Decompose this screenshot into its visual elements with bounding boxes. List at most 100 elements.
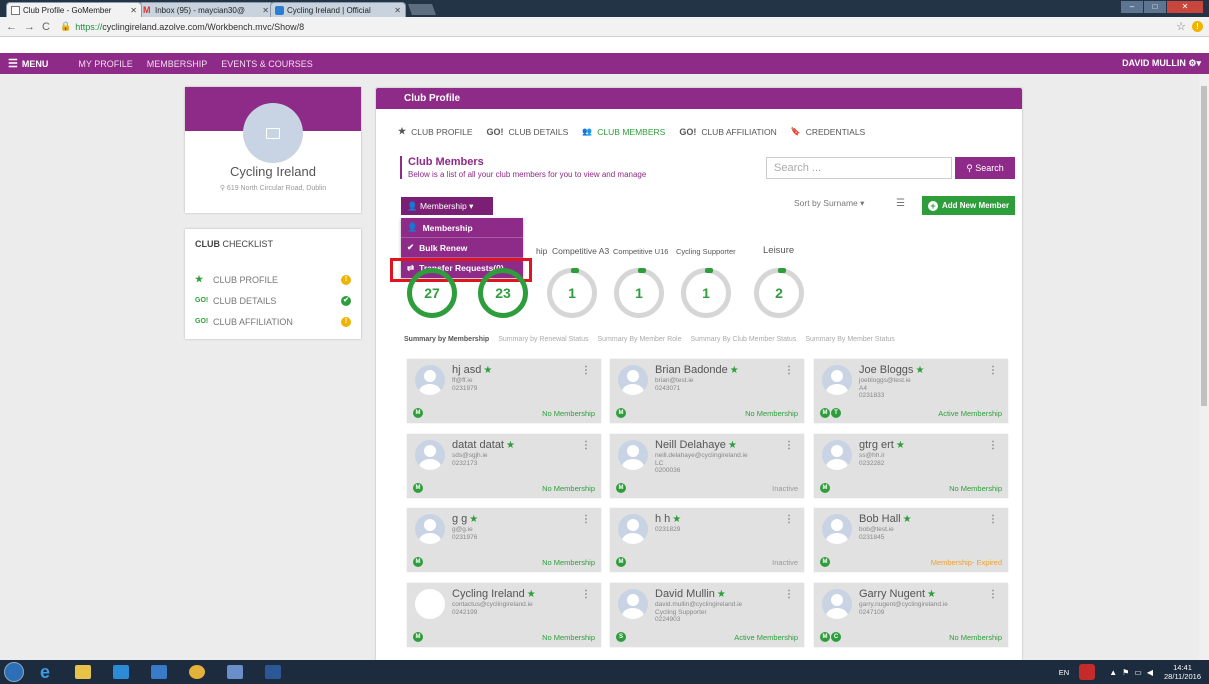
extension-warning-icon[interactable]: ! <box>1192 21 1203 32</box>
forward-icon[interactable]: → <box>24 21 38 33</box>
member-card[interactable]: Garry Nugent ★ garry.nugent@cyclingireland… <box>814 583 1008 647</box>
language-indicator[interactable]: EN <box>1059 668 1069 677</box>
member-card[interactable]: Cycling Ireland ★ contactus@cyclingireland… <box>407 583 601 647</box>
more-options-icon[interactable]: ⋮ <box>988 365 998 376</box>
member-name[interactable]: hj asd ★ <box>452 364 492 376</box>
membership-dropdown-button[interactable]: 👤 Membership ▾ <box>401 197 493 215</box>
start-button[interactable] <box>4 662 24 682</box>
chrome-icon[interactable] <box>180 661 214 683</box>
search-button[interactable]: ⚲ Search <box>955 157 1015 179</box>
file-explorer-icon[interactable] <box>66 661 100 683</box>
reload-icon[interactable]: C <box>42 21 56 33</box>
member-name[interactable]: Bob Hall ★ <box>859 513 912 525</box>
member-name[interactable]: Cycling Ireland ★ <box>452 588 536 600</box>
volume-icon[interactable]: ◀ <box>1147 668 1153 677</box>
more-options-icon[interactable]: ⋮ <box>784 365 794 376</box>
tray-app-icon[interactable] <box>1079 664 1096 680</box>
minimize-icon[interactable]: – <box>1121 1 1143 13</box>
summary-tab[interactable]: Summary By Member Role <box>597 336 681 343</box>
user-menu[interactable]: DAVID MULLIN ⚙▾ <box>1122 58 1201 69</box>
tab-club-affiliation[interactable]: GO! CLUB AFFILIATION <box>679 127 776 137</box>
checklist-item-club-affiliation[interactable]: GO! CLUB AFFILIATION ! <box>195 311 351 332</box>
summary-circle[interactable]: 1 <box>681 268 731 318</box>
tab-club-members[interactable]: 👥 CLUB MEMBERS <box>582 127 665 137</box>
more-options-icon[interactable]: ⋮ <box>581 514 591 525</box>
member-name[interactable]: Brian Badonde ★ <box>655 364 739 376</box>
bookmark-star-icon[interactable]: ☆ <box>1176 20 1186 33</box>
tab-club-profile[interactable]: ★ CLUB PROFILE <box>398 126 472 137</box>
url-field[interactable]: 🔒 https://cyclingireland.azolve.com/Work… <box>60 19 1176 34</box>
member-name[interactable]: David Mullin ★ <box>655 588 726 600</box>
member-card[interactable]: Neill Delahaye ★ neill.delahaye@cyclingire… <box>610 434 804 498</box>
member-name[interactable]: Garry Nugent ★ <box>859 588 936 600</box>
club-avatar[interactable] <box>243 103 303 163</box>
add-new-member-button[interactable]: + Add New Member <box>922 196 1015 215</box>
summary-tab[interactable]: Summary By Club Member Status <box>691 336 797 343</box>
checklist-item-club-profile[interactable]: ★ CLUB PROFILE ! <box>195 269 351 290</box>
page-scrollbar[interactable] <box>1199 74 1209 660</box>
summary-tab[interactable]: Summary by Membership <box>404 336 489 343</box>
member-card[interactable]: Joe Bloggs ★ joebloggs@test.ie A4 0231833 ⋮ M T… <box>814 359 1008 423</box>
member-card[interactable]: h h ★ 0231829 ⋮ M Inactive <box>610 508 804 572</box>
member-card[interactable]: datat datat ★ sds@sgjh.ie 0232173 ⋮ M No Membe… <box>407 434 601 498</box>
summary-circle[interactable]: 23 <box>478 268 528 318</box>
nav-link-membership[interactable]: MEMBERSHIP <box>147 59 208 69</box>
more-options-icon[interactable]: ⋮ <box>581 365 591 376</box>
checklist-item-club-details[interactable]: GO! CLUB DETAILS ✔ <box>195 290 351 311</box>
scrollbar-thumb[interactable] <box>1201 86 1207 406</box>
member-name[interactable]: datat datat ★ <box>452 439 515 451</box>
word-icon[interactable] <box>256 661 290 683</box>
more-options-icon[interactable]: ⋮ <box>784 589 794 600</box>
browser-tab-cycling-ireland[interactable]: Cycling Ireland | Official ✕ <box>270 2 406 17</box>
paint-icon[interactable] <box>218 661 252 683</box>
more-options-icon[interactable]: ⋮ <box>581 589 591 600</box>
member-card[interactable]: hj asd ★ ff@ff.ie 0231979 ⋮ M No Membership <box>407 359 601 423</box>
browser-tab-club-profile[interactable]: Club Profile - GoMember ✕ <box>6 2 142 17</box>
member-card[interactable]: David Mullin ★ david.mullin@cyclingireland… <box>610 583 804 647</box>
more-options-icon[interactable]: ⋮ <box>784 514 794 525</box>
media-player-icon[interactable] <box>104 661 138 683</box>
more-options-icon[interactable]: ⋮ <box>581 440 591 451</box>
close-icon[interactable]: ✕ <box>394 6 401 15</box>
list-view-icon[interactable]: ☰ <box>896 198 905 209</box>
close-icon[interactable]: ✕ <box>262 6 269 15</box>
internet-explorer-icon[interactable]: e <box>28 661 62 683</box>
app-icon[interactable] <box>142 661 176 683</box>
back-icon[interactable]: ← <box>6 21 20 33</box>
more-options-icon[interactable]: ⋮ <box>988 440 998 451</box>
summary-circle[interactable]: 1 <box>614 268 664 318</box>
more-options-icon[interactable]: ⋮ <box>988 589 998 600</box>
close-icon[interactable]: ✕ <box>130 6 137 15</box>
member-name[interactable]: Joe Bloggs ★ <box>859 364 924 376</box>
browser-tab-inbox[interactable]: M Inbox (95) - maycian30@ ✕ <box>138 2 274 17</box>
tray-expand-icon[interactable]: ▲ <box>1109 668 1117 677</box>
flag-icon[interactable]: ⚑ <box>1122 668 1129 677</box>
summary-circle[interactable]: 1 <box>547 268 597 318</box>
clock[interactable]: 14:41 28/11/2016 <box>1164 663 1201 681</box>
network-icon[interactable]: ▭ <box>1134 668 1142 677</box>
new-tab-button[interactable] <box>407 4 437 15</box>
more-options-icon[interactable]: ⋮ <box>784 440 794 451</box>
menu-item-membership[interactable]: 👤 Membership <box>401 218 523 238</box>
member-card[interactable]: g g ★ g@g.ie 0231976 ⋮ M No Membership <box>407 508 601 572</box>
menu-button[interactable]: ☰ MENU <box>8 57 48 70</box>
member-card[interactable]: Brian Badonde ★ brian@test.ie 0243071 ⋮ M No M… <box>610 359 804 423</box>
tab-club-details[interactable]: GO! CLUB DETAILS <box>486 127 568 137</box>
tab-credentials[interactable]: 🔖 CREDENTIALS <box>791 127 865 137</box>
more-options-icon[interactable]: ⋮ <box>988 514 998 525</box>
menu-item-bulk-renew[interactable]: ✔ Bulk Renew <box>401 238 523 258</box>
member-name[interactable]: Neill Delahaye ★ <box>655 439 737 451</box>
member-name[interactable]: h h ★ <box>655 513 681 525</box>
window-close-icon[interactable]: ✕ <box>1167 1 1203 13</box>
summary-circle[interactable]: 2 <box>754 268 804 318</box>
summary-circle[interactable]: 27 <box>407 268 457 318</box>
search-input[interactable]: Search ... <box>766 157 952 179</box>
sort-dropdown[interactable]: Sort by Surname ▾ <box>794 198 864 209</box>
member-card[interactable]: Bob Hall ★ bob@test.ie 0231845 ⋮ M Membership-… <box>814 508 1008 572</box>
member-name[interactable]: gtrg ert ★ <box>859 439 905 451</box>
nav-link-my-profile[interactable]: MY PROFILE <box>78 59 132 69</box>
summary-tab[interactable]: Summary by Renewal Status <box>498 336 588 343</box>
member-card[interactable]: gtrg ert ★ ss@hh.ir 0232282 ⋮ M No Membership <box>814 434 1008 498</box>
nav-link-events-courses[interactable]: EVENTS & COURSES <box>221 59 313 69</box>
member-name[interactable]: g g ★ <box>452 513 478 525</box>
